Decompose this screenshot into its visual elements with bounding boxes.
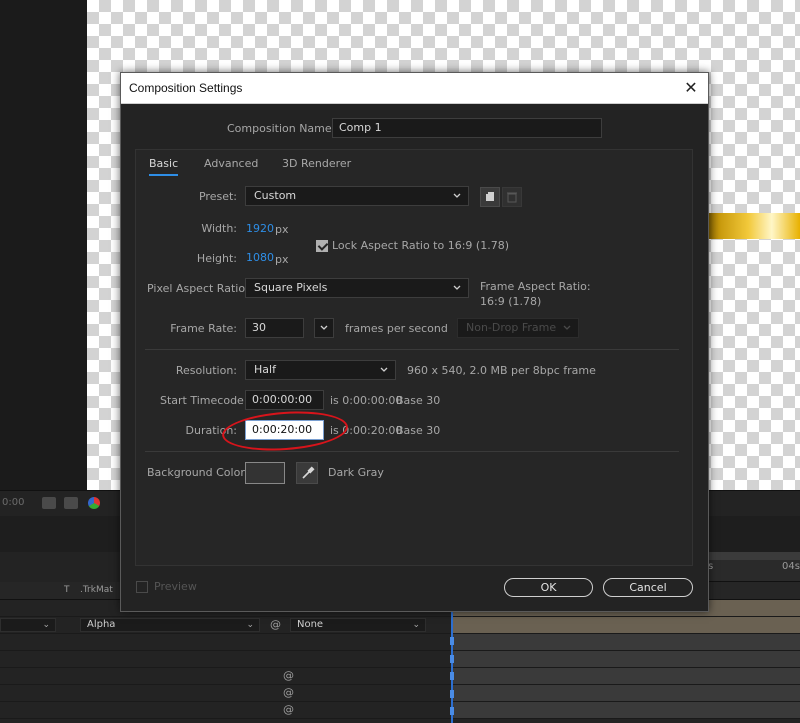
chevron-down-icon (562, 321, 572, 335)
composition-settings-dialog: Composition Settings ✕ Composition Name:… (120, 72, 709, 612)
pickwhip-icon[interactable]: @ (283, 703, 294, 716)
frame-aspect-label: Frame Aspect Ratio: (480, 280, 591, 293)
height-label: Height: (196, 252, 237, 265)
parent-value: None (297, 619, 324, 630)
playhead-marker (450, 690, 454, 698)
mode-dropdown[interactable]: ⌄ (0, 618, 56, 632)
preset-label: Preset: (198, 190, 237, 203)
color-channels-icon[interactable] (88, 497, 100, 509)
background-color-label: Background Color: (147, 466, 249, 479)
snapshot-icon[interactable] (42, 497, 56, 509)
pickwhip-icon[interactable]: @ (270, 618, 281, 631)
playhead-marker (450, 637, 454, 645)
layer-row[interactable]: @ (0, 702, 800, 719)
playhead-marker (450, 707, 454, 715)
work-area-bar[interactable] (700, 552, 800, 560)
chevron-down-icon (379, 363, 389, 377)
tab-advanced[interactable]: Advanced (204, 157, 258, 174)
drop-frame-value: Non-Drop Frame (466, 321, 557, 334)
width-unit: px (275, 223, 289, 236)
column-trkmat: .TrkMat (80, 585, 113, 595)
lock-aspect-label[interactable]: Lock Aspect Ratio to 16:9 (1.78) (332, 239, 509, 252)
cancel-button[interactable]: Cancel (603, 578, 693, 597)
duration-base: Base 30 (396, 424, 441, 437)
trkmat-value: Alpha (87, 619, 116, 630)
save-preset-icon[interactable] (480, 187, 500, 207)
dialog-titlebar[interactable]: Composition Settings ✕ (121, 73, 708, 104)
eyedropper-icon[interactable] (296, 462, 318, 484)
pixel-aspect-label: Pixel Aspect Ratio: (147, 282, 249, 295)
tab-3d-renderer[interactable]: 3D Renderer (282, 157, 351, 174)
pixel-aspect-dropdown[interactable]: Square Pixels (245, 278, 469, 298)
width-label: Width: (201, 222, 237, 235)
divider (145, 451, 679, 452)
frame-rate-dropdown[interactable] (314, 318, 334, 338)
column-t: T (64, 585, 70, 595)
pixel-aspect-value: Square Pixels (254, 281, 328, 294)
time-ruler[interactable]: s 04s (700, 552, 800, 582)
close-icon[interactable]: ✕ (680, 77, 702, 99)
height-value[interactable]: 1080 (246, 251, 274, 264)
frame-rate-input[interactable]: 30 (245, 318, 304, 338)
lock-aspect-checkbox[interactable] (316, 240, 328, 252)
width-value[interactable]: 1920 (246, 222, 274, 235)
playhead-marker (450, 672, 454, 680)
pickwhip-icon[interactable]: @ (283, 686, 294, 699)
frame-rate-label: Frame Rate: (170, 322, 237, 335)
preview-checkbox[interactable] (136, 581, 148, 593)
resolution-value: Half (254, 363, 276, 376)
comp-name-label: Composition Name: (227, 122, 336, 135)
frame-rate-suffix: frames per second (345, 322, 448, 335)
preview-label[interactable]: Preview (154, 580, 197, 593)
preset-value: Custom (254, 189, 297, 202)
parent-dropdown[interactable]: None ⌄ (290, 618, 426, 632)
start-timecode-base: Base 30 (396, 394, 441, 407)
tab-basic[interactable]: Basic (149, 157, 179, 176)
divider (145, 349, 679, 350)
height-unit: px (275, 253, 289, 266)
trkmat-dropdown[interactable]: Alpha ⌄ (80, 618, 260, 632)
background-color-swatch[interactable] (245, 462, 285, 484)
project-panel (0, 0, 87, 490)
viewer-time: 0:00 (2, 497, 25, 508)
show-snapshot-icon[interactable] (64, 497, 78, 509)
layer-row[interactable]: @ (0, 668, 800, 685)
layer-row[interactable] (0, 651, 800, 668)
background-color-name: Dark Gray (328, 466, 384, 479)
ok-button[interactable]: OK (504, 578, 593, 597)
chevron-down-icon (452, 189, 462, 203)
layer-bar[interactable] (452, 617, 800, 633)
drop-frame-dropdown[interactable]: Non-Drop Frame (457, 318, 579, 338)
pickwhip-icon[interactable]: @ (283, 669, 294, 682)
preset-dropdown[interactable]: Custom (245, 186, 469, 206)
start-timecode-is: is 0:00:00:00 (330, 394, 403, 407)
layer-row[interactable]: ⌄ Alpha ⌄ @ None ⌄ (0, 617, 800, 634)
settings-panel (135, 149, 693, 566)
resolution-label: Resolution: (175, 364, 237, 377)
resolution-dropdown[interactable]: Half (245, 360, 396, 380)
chevron-down-icon (319, 321, 329, 335)
frame-aspect-value: 16:9 (1.78) (480, 295, 542, 308)
start-timecode-input[interactable]: 0:00:00:00 (245, 390, 324, 410)
layer-row[interactable] (0, 634, 800, 651)
comp-name-input[interactable]: Comp 1 (332, 118, 602, 138)
playhead-marker (450, 655, 454, 663)
chevron-down-icon (452, 281, 462, 295)
ruler-mark-04s: 04s (782, 561, 800, 572)
trash-icon[interactable] (502, 187, 522, 207)
resolution-info: 960 x 540, 2.0 MB per 8bpc frame (407, 364, 596, 377)
dialog-title: Composition Settings (129, 81, 243, 95)
layer-row[interactable]: @ (0, 685, 800, 702)
start-timecode-label: Start Timecode: (160, 394, 248, 407)
gold-layer-preview (706, 213, 800, 239)
